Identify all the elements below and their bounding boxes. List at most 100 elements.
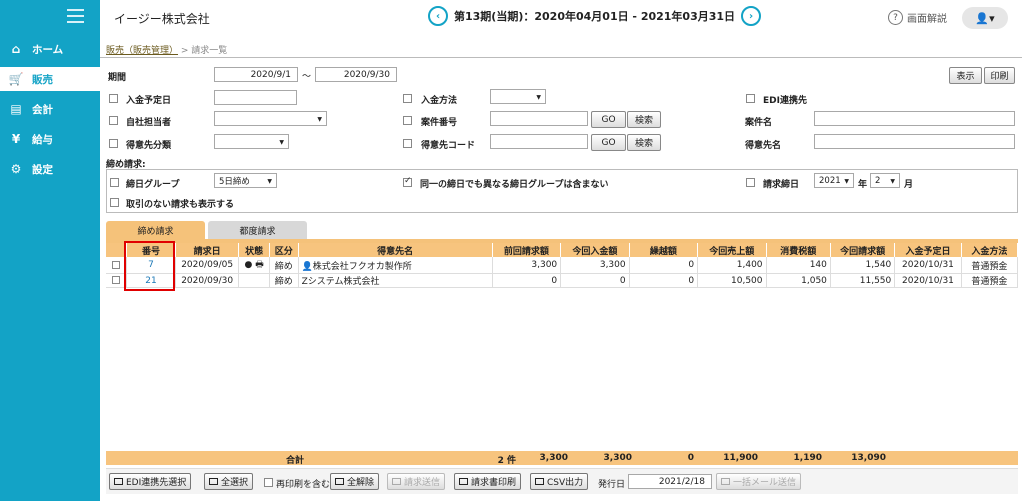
button-icon <box>209 478 218 485</box>
issue-date-input[interactable]: 2021/2/18 <box>628 474 712 489</box>
ledger-icon: ▤ <box>10 102 22 116</box>
hamburger-menu-icon[interactable] <box>67 9 84 23</box>
button-icon <box>114 478 123 485</box>
year-select[interactable]: 2021 ▼ <box>814 173 854 188</box>
cust-class-select[interactable]: ▼ <box>214 134 289 149</box>
select-all-button[interactable]: 全選択 <box>204 473 254 490</box>
help-link[interactable]: ? 画面解説 <box>888 10 947 25</box>
year-unit: 年 <box>858 180 868 190</box>
nav-accounting[interactable]: ▤ 会計 <box>0 97 100 121</box>
case-no-checkbox[interactable] <box>403 116 412 125</box>
csv-export-button[interactable]: CSV出力 <box>530 473 589 490</box>
prev-period-button[interactable]: ‹ <box>428 6 448 26</box>
reprint-label: 再印刷を含む <box>276 480 331 490</box>
closing-group-checkbox[interactable] <box>110 178 119 187</box>
button-icon <box>335 478 344 485</box>
totals-tax: 1,190 <box>793 453 822 463</box>
payment-date-checkbox[interactable] <box>109 94 118 103</box>
nav-sales[interactable]: 🛒 販売 <box>0 67 100 91</box>
cust-search-button[interactable]: 検索 <box>627 134 661 151</box>
button-icon <box>535 478 544 485</box>
bill-amount: 1,540 <box>830 257 896 274</box>
table-row[interactable]: 21 2020/09/30 締め Zシステム株式会社 0 0 0 10,500 … <box>106 273 1019 288</box>
col-header: 今回入金額 <box>560 243 630 257</box>
show-no-tx-checkbox[interactable] <box>110 198 119 207</box>
payment-date-input[interactable] <box>214 90 297 105</box>
month-unit: 月 <box>904 180 914 190</box>
send-bill-label: 請求送信 <box>404 478 441 488</box>
cust-class-checkbox[interactable] <box>109 139 118 148</box>
edi-select-button[interactable]: EDI連携先選択 <box>109 473 192 490</box>
tilde: 〜 <box>302 72 312 82</box>
period-filter-label: 期間 <box>108 73 127 83</box>
month-select[interactable]: 2 ▼ <box>870 173 900 188</box>
tab-closing-bill[interactable]: 締め請求 <box>106 221 205 239</box>
row-checkbox[interactable] <box>111 276 120 284</box>
customer-name: Zシステム株式会社 <box>298 273 493 288</box>
clear-all-button[interactable]: 全解除 <box>330 473 380 490</box>
due-date: 2020/10/31 <box>894 273 962 288</box>
totals-sales: 11,900 <box>723 453 758 463</box>
print-bill-button[interactable]: 請求書印刷 <box>454 473 522 490</box>
nav-home[interactable]: ⌂ ホーム <box>0 37 100 61</box>
nav-payroll[interactable]: ¥ 給与 <box>0 127 100 151</box>
case-search-button[interactable]: 検索 <box>627 111 661 128</box>
col-header: 消費税額 <box>766 243 831 257</box>
paid-amount: 0 <box>560 273 630 288</box>
staff-label: 自社担当者 <box>126 118 172 128</box>
edi-checkbox[interactable] <box>746 94 755 103</box>
next-period-button[interactable]: › <box>741 6 762 26</box>
nav-sales-label: 販売 <box>32 73 53 86</box>
help-label: 画面解説 <box>907 14 947 25</box>
cust-code-input[interactable] <box>490 134 588 149</box>
company-name: イージー株式会社 <box>114 12 210 26</box>
show-button[interactable]: 表示 <box>949 67 982 84</box>
print-button[interactable]: 印刷 <box>984 67 1015 84</box>
money-bag-icon: ¥ <box>11 132 21 146</box>
closing-group-select[interactable]: 5日締め ▼ <box>214 173 277 188</box>
payment-method-label: 入金方法 <box>421 96 458 106</box>
send-bill-button[interactable]: 請求送信 <box>387 473 446 490</box>
exclude-other-group-checkbox[interactable] <box>403 176 412 187</box>
bill-date: 2020/09/05 <box>175 257 240 274</box>
col-header: 入金方法 <box>961 243 1019 257</box>
month-value: 2 <box>875 175 881 186</box>
case-go-button[interactable]: GO <box>591 111 626 128</box>
breadcrumb-sales-link[interactable]: 販売（販売管理） <box>106 46 178 56</box>
staff-checkbox[interactable] <box>109 116 118 125</box>
cust-name-input[interactable] <box>814 134 1015 149</box>
reprint-checkbox[interactable] <box>264 478 273 487</box>
nav-accounting-label: 会計 <box>32 103 53 116</box>
issue-date-label: 発行日 <box>598 480 626 490</box>
user-menu-button[interactable]: 👤 ▾ <box>962 7 1008 29</box>
case-name-label: 案件名 <box>745 118 773 128</box>
payment-method-select[interactable]: ▼ <box>490 89 546 104</box>
totals-paid: 3,300 <box>603 453 632 463</box>
cust-go-button[interactable]: GO <box>591 134 626 151</box>
payment-method-checkbox[interactable] <box>403 94 412 103</box>
home-icon: ⌂ <box>11 42 21 56</box>
totals-count: 2 件 <box>497 456 516 466</box>
payment-date-label: 入金予定日 <box>126 96 172 106</box>
dropdown-arrow-icon: ▼ <box>267 178 272 185</box>
dropdown-arrow-icon: ▼ <box>317 116 322 123</box>
col-header: 今回請求額 <box>830 243 896 257</box>
bill-date-checkbox[interactable] <box>746 178 755 187</box>
bill-amount: 11,550 <box>830 273 896 288</box>
staff-select[interactable]: ▼ <box>214 111 327 126</box>
table-row[interactable]: 7 2020/09/05 ● 🖶 締め 👤株式会社フクオカ製作所 3,300 3… <box>106 257 1019 274</box>
col-header: 入金予定日 <box>894 243 962 257</box>
bulk-mail-button[interactable]: 一括メール送信 <box>716 473 802 490</box>
period-to-input[interactable]: 2020/9/30 <box>315 67 397 82</box>
top-bar: イージー株式会社 ‹ 第13期(当期)：2020年04月01日 - 2021年0… <box>100 0 1022 36</box>
period-from-input[interactable]: 2020/9/1 <box>214 67 298 82</box>
nav-settings-label: 設定 <box>32 163 53 176</box>
nav-settings[interactable]: ⚙ 設定 <box>0 157 100 181</box>
tab-each-bill[interactable]: 都度請求 <box>208 221 307 239</box>
case-no-label: 案件番号 <box>421 118 458 128</box>
case-name-input[interactable] <box>814 111 1015 126</box>
cust-code-label: 得意先コード <box>421 141 476 151</box>
case-no-input[interactable] <box>490 111 588 126</box>
row-checkbox[interactable] <box>111 260 120 269</box>
cust-code-checkbox[interactable] <box>403 139 412 148</box>
